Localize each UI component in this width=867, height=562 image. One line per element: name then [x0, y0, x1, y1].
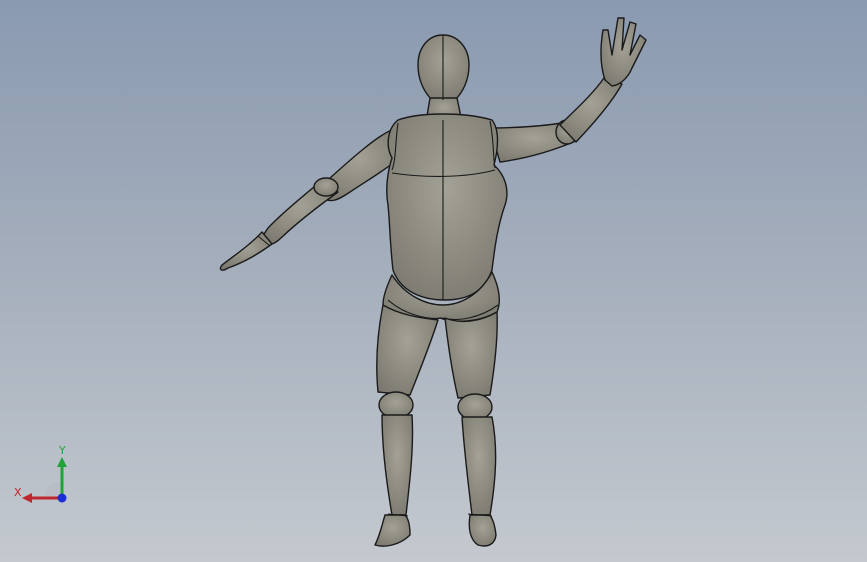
mannequin-model[interactable] [0, 0, 867, 562]
mannequin-right-forearm [559, 77, 623, 143]
mannequin-left-elbow [313, 177, 339, 197]
mannequin-left-knee [378, 391, 414, 419]
mannequin-torso [386, 113, 508, 301]
x-axis-label: X [14, 486, 22, 499]
mannequin-right-thigh [444, 311, 498, 399]
mannequin-right-shin [461, 416, 497, 516]
z-axis-dot [57, 493, 67, 503]
mannequin-left-hand [219, 231, 273, 271]
cad-3d-viewport[interactable]: Y X [0, 0, 867, 562]
mannequin-left-foot [374, 514, 411, 547]
mannequin-right-hand [600, 17, 647, 87]
mannequin-left-shin [381, 414, 414, 516]
mannequin-right-knee [457, 393, 493, 421]
axis-triad: Y X [14, 444, 67, 503]
mannequin-right-foot [468, 514, 497, 547]
y-axis-label: Y [58, 444, 66, 457]
